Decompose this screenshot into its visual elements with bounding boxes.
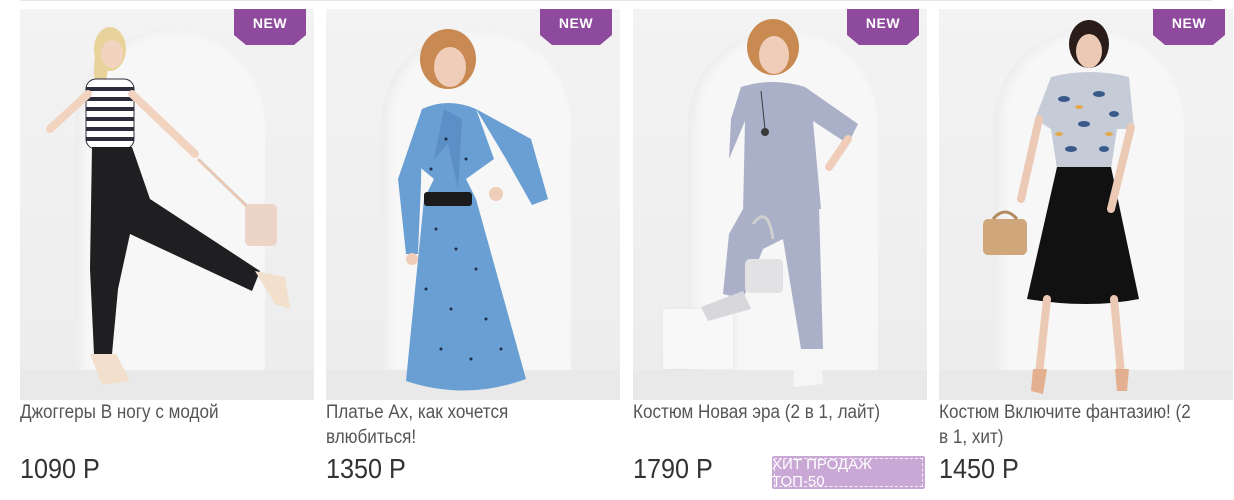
product-image[interactable]: NEW (633, 9, 927, 400)
bestseller-badge: ХИТ ПРОДАЖ ТОП-50 (772, 455, 925, 490)
model-figure (983, 20, 1139, 394)
product-price: 1450 Р (939, 453, 1019, 484)
product-card[interactable]: NEW Джоггеры В ногу с модой 1090 Р (20, 9, 314, 499)
product-title[interactable]: Костюм Включите фантазию! (2 в 1, хит) (939, 400, 1200, 450)
product-title[interactable]: Костюм Новая эра (2 в 1, лайт) (633, 400, 894, 425)
product-image[interactable]: NEW (939, 9, 1233, 400)
product-price: 1350 Р (326, 453, 406, 484)
product-image[interactable]: NEW (326, 9, 620, 400)
product-card[interactable]: NEW Костюм Включите фантазию! (2 в 1, хи… (939, 9, 1233, 499)
new-badge: NEW (234, 9, 306, 45)
product-image[interactable]: NEW (20, 9, 314, 400)
new-badge: NEW (540, 9, 612, 45)
product-price: 1090 Р (20, 453, 100, 484)
product-title[interactable]: Джоггеры В ногу с модой (20, 400, 281, 425)
new-badge: NEW (847, 9, 919, 45)
product-card[interactable]: NEW Платье Ах, как хочется влюбиться! 13… (326, 9, 620, 499)
product-grid: NEW Джоггеры В ногу с модой 1090 Р NEW П… (0, 0, 1234, 500)
product-price: 1790 Р (633, 453, 713, 484)
model-figure (398, 29, 548, 391)
new-badge: NEW (1153, 9, 1225, 45)
product-card[interactable]: NEW Костюм Новая эра (2 в 1, лайт) 1790 … (633, 9, 927, 499)
product-title[interactable]: Платье Ах, как хочется влюбиться! (326, 400, 587, 450)
new-badge-label: NEW (558, 15, 594, 31)
new-badge-label: NEW (252, 15, 288, 31)
new-badge-label: NEW (865, 15, 901, 31)
model-figure (46, 27, 290, 385)
model-figure (701, 19, 858, 387)
bestseller-badge-label: ХИТ ПРОДАЖ ТОП-50 (772, 455, 872, 490)
new-badge-label: NEW (1171, 15, 1207, 31)
